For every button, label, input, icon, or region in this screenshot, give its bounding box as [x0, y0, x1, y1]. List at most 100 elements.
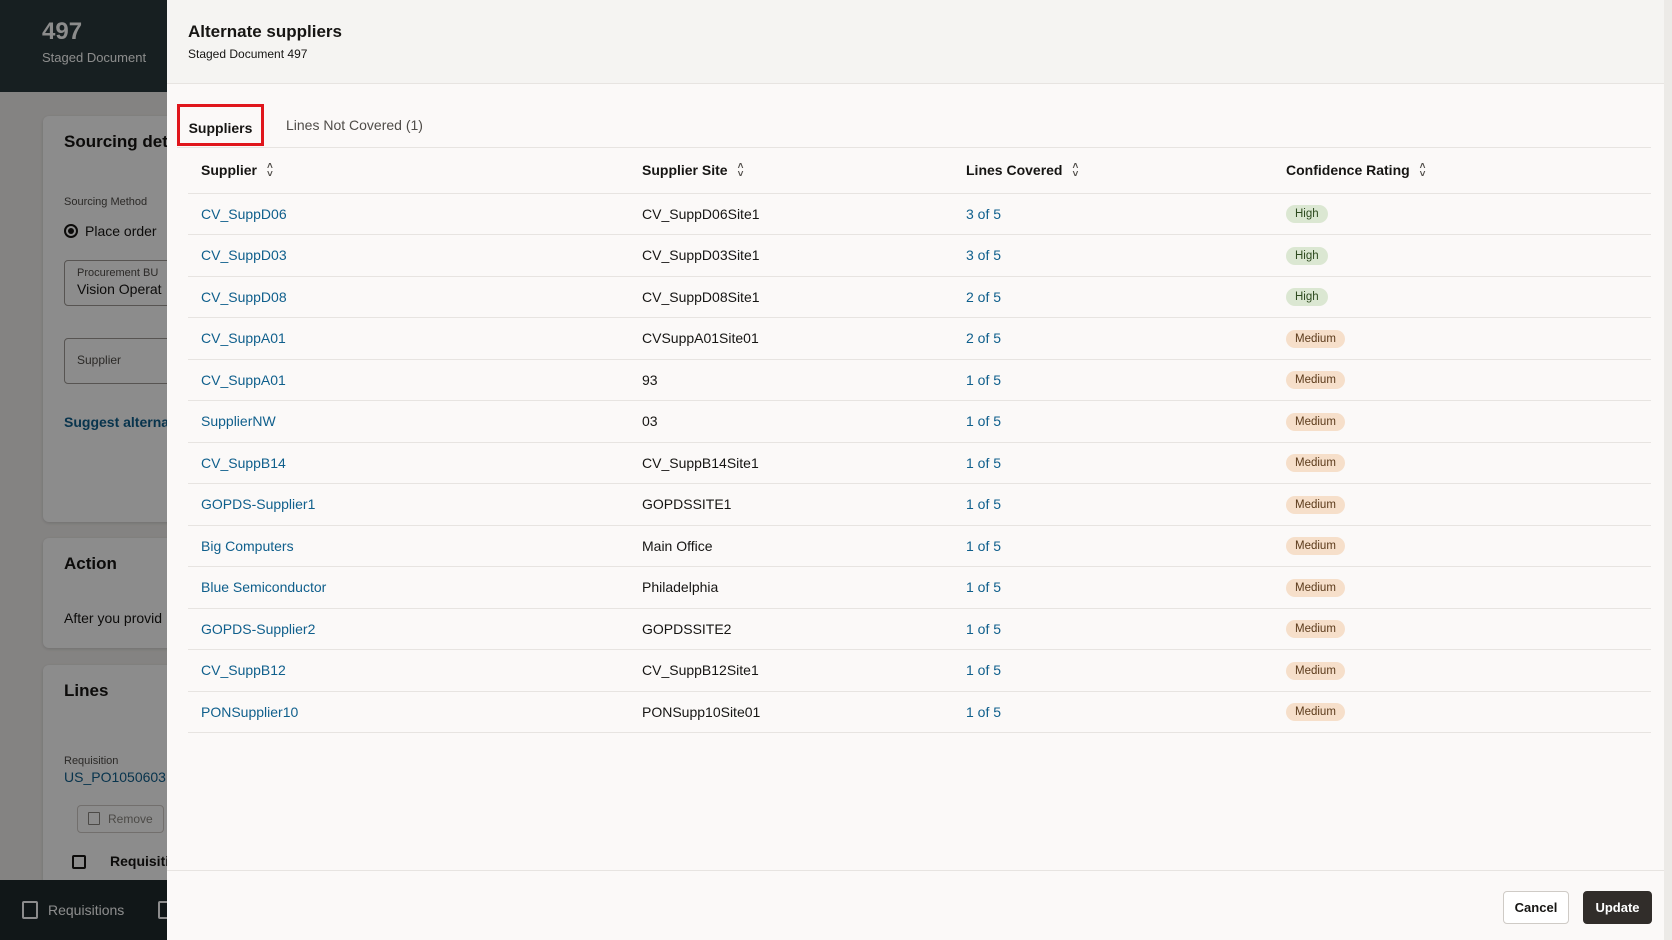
- table-row[interactable]: CV_SuppB12 CV_SuppB12Site1 1 of 5 Medium: [188, 649, 1651, 692]
- lines-covered-cell: 1 of 5: [953, 400, 1273, 443]
- supplier-link[interactable]: Big Computers: [201, 538, 294, 554]
- lines-covered-link[interactable]: 1 of 5: [966, 496, 1001, 512]
- table-row[interactable]: Big Computers Main Office 1 of 5 Medium: [188, 525, 1651, 567]
- supplier-link[interactable]: CV_SuppD08: [201, 289, 287, 305]
- lines-covered-link[interactable]: 1 of 5: [966, 662, 1001, 678]
- drawer-footer: Cancel Update: [167, 870, 1672, 940]
- lines-covered-link[interactable]: 3 of 5: [966, 247, 1001, 263]
- supplier-cell: SupplierNW: [188, 400, 629, 443]
- supplier-site-cell: Philadelphia: [629, 566, 953, 609]
- table-row[interactable]: GOPDS-Supplier2 GOPDSSITE2 1 of 5 Medium: [188, 608, 1651, 650]
- column-header-lines-covered[interactable]: Lines Covered ˄ ˅: [953, 148, 1273, 194]
- sort-icon[interactable]: ˄ ˅: [1420, 161, 1426, 179]
- lines-covered-link[interactable]: 3 of 5: [966, 206, 1001, 222]
- supplier-site-cell: 03: [629, 400, 953, 443]
- lines-covered-cell: 1 of 5: [953, 525, 1273, 567]
- supplier-cell: GOPDS-Supplier2: [188, 608, 629, 650]
- column-header-label: Supplier Site: [642, 161, 728, 178]
- confidence-badge: Medium: [1286, 703, 1345, 722]
- sort-icon[interactable]: ˄ ˅: [1072, 161, 1078, 179]
- supplier-site-cell: GOPDSSITE1: [629, 483, 953, 526]
- suppliers-table: Supplier ˄ ˅ Supplier Site ˄ ˅ Lines Covered…: [188, 148, 1651, 733]
- lines-covered-cell: 1 of 5: [953, 566, 1273, 609]
- lines-covered-link[interactable]: 1 of 5: [966, 621, 1001, 637]
- supplier-cell: Blue Semiconductor: [188, 566, 629, 609]
- supplier-link[interactable]: GOPDS-Supplier2: [201, 621, 315, 637]
- table-row[interactable]: CV_SuppD08 CV_SuppD08Site1 2 of 5 High: [188, 276, 1651, 318]
- table-row[interactable]: PONSupplier10 PONSupp10Site01 1 of 5 Medium: [188, 691, 1651, 733]
- supplier-site-cell: CV_SuppD03Site1: [629, 234, 953, 277]
- tab-lines-not-covered[interactable]: Lines Not Covered (1): [286, 104, 423, 146]
- confidence-rating-cell: Medium: [1273, 525, 1651, 567]
- table-row[interactable]: CV_SuppB14 CV_SuppB14Site1 1 of 5 Medium: [188, 442, 1651, 484]
- lines-covered-link[interactable]: 1 of 5: [966, 455, 1001, 471]
- supplier-cell: CV_SuppD06: [188, 193, 629, 235]
- sort-icon[interactable]: ˄ ˅: [738, 161, 744, 179]
- confidence-rating-cell: High: [1273, 276, 1651, 318]
- supplier-site-cell: CV_SuppB12Site1: [629, 649, 953, 692]
- supplier-link[interactable]: Blue Semiconductor: [201, 579, 326, 595]
- supplier-cell: PONSupplier10: [188, 691, 629, 733]
- supplier-link[interactable]: CV_SuppA01: [201, 330, 286, 346]
- lines-covered-link[interactable]: 1 of 5: [966, 372, 1001, 388]
- cancel-button[interactable]: Cancel: [1503, 891, 1569, 924]
- table-header-row: Supplier ˄ ˅ Supplier Site ˄ ˅ Lines Covered…: [188, 148, 1651, 194]
- confidence-badge: Medium: [1286, 578, 1345, 597]
- lines-covered-cell: 2 of 5: [953, 317, 1273, 360]
- supplier-site-cell: CV_SuppD08Site1: [629, 276, 953, 318]
- lines-covered-link[interactable]: 2 of 5: [966, 289, 1001, 305]
- drawer-scrollbar[interactable]: [1664, 0, 1672, 940]
- confidence-rating-cell: Medium: [1273, 483, 1651, 526]
- lines-covered-link[interactable]: 1 of 5: [966, 413, 1001, 429]
- confidence-rating-cell: High: [1273, 193, 1651, 235]
- lines-covered-cell: 2 of 5: [953, 276, 1273, 318]
- confidence-rating-cell: Medium: [1273, 691, 1651, 733]
- supplier-link[interactable]: CV_SuppA01: [201, 372, 286, 388]
- supplier-link[interactable]: CV_SuppD03: [201, 247, 287, 263]
- supplier-link[interactable]: CV_SuppD06: [201, 206, 287, 222]
- confidence-rating-cell: Medium: [1273, 400, 1651, 443]
- update-button[interactable]: Update: [1583, 891, 1652, 924]
- confidence-badge: Medium: [1286, 329, 1345, 348]
- supplier-site-cell: CV_SuppB14Site1: [629, 442, 953, 484]
- supplier-site-cell: CVSuppA01Site01: [629, 317, 953, 360]
- column-header-supplier-site[interactable]: Supplier Site ˄ ˅: [629, 148, 953, 194]
- confidence-rating-cell: Medium: [1273, 608, 1651, 650]
- column-header-label: Lines Covered: [966, 161, 1063, 178]
- confidence-badge: Medium: [1286, 537, 1345, 556]
- table-row[interactable]: GOPDS-Supplier1 GOPDSSITE1 1 of 5 Medium: [188, 483, 1651, 526]
- column-header-label: Confidence Rating: [1286, 161, 1410, 178]
- drawer-title: Alternate suppliers: [188, 22, 342, 41]
- lines-covered-cell: 1 of 5: [953, 649, 1273, 692]
- sort-icon[interactable]: ˄ ˅: [267, 161, 273, 179]
- lines-covered-cell: 1 of 5: [953, 691, 1273, 733]
- supplier-cell: CV_SuppD03: [188, 234, 629, 277]
- lines-covered-link[interactable]: 1 of 5: [966, 579, 1001, 595]
- table-row[interactable]: CV_SuppA01 CVSuppA01Site01 2 of 5 Medium: [188, 317, 1651, 360]
- lines-covered-link[interactable]: 1 of 5: [966, 704, 1001, 720]
- table-row[interactable]: CV_SuppD06 CV_SuppD06Site1 3 of 5 High: [188, 193, 1651, 235]
- lines-covered-link[interactable]: 1 of 5: [966, 538, 1001, 554]
- supplier-link[interactable]: GOPDS-Supplier1: [201, 496, 315, 512]
- supplier-cell: GOPDS-Supplier1: [188, 483, 629, 526]
- column-header-supplier[interactable]: Supplier ˄ ˅: [188, 148, 629, 194]
- table-row[interactable]: Blue Semiconductor Philadelphia 1 of 5 Medi…: [188, 566, 1651, 609]
- confidence-rating-cell: High: [1273, 234, 1651, 277]
- column-header-label: Supplier: [201, 161, 258, 178]
- supplier-cell: CV_SuppA01: [188, 317, 629, 360]
- confidence-badge: High: [1286, 246, 1328, 265]
- supplier-link[interactable]: PONSupplier10: [201, 704, 298, 720]
- supplier-link[interactable]: CV_SuppB14: [201, 455, 286, 471]
- column-header-confidence-rating[interactable]: Confidence Rating ˄ ˅: [1273, 148, 1651, 194]
- table-row[interactable]: CV_SuppD03 CV_SuppD03Site1 3 of 5 High: [188, 234, 1651, 277]
- confidence-rating-cell: Medium: [1273, 317, 1651, 360]
- supplier-link[interactable]: CV_SuppB12: [201, 662, 286, 678]
- supplier-link[interactable]: SupplierNW: [201, 413, 276, 429]
- supplier-site-cell: 93: [629, 359, 953, 401]
- table-row[interactable]: SupplierNW 03 1 of 5 Medium: [188, 400, 1651, 443]
- table-row[interactable]: CV_SuppA01 93 1 of 5 Medium: [188, 359, 1651, 401]
- lines-covered-link[interactable]: 2 of 5: [966, 330, 1001, 346]
- confidence-badge: Medium: [1286, 620, 1345, 639]
- supplier-site-cell: GOPDSSITE2: [629, 608, 953, 650]
- tab-suppliers[interactable]: Suppliers: [177, 104, 264, 146]
